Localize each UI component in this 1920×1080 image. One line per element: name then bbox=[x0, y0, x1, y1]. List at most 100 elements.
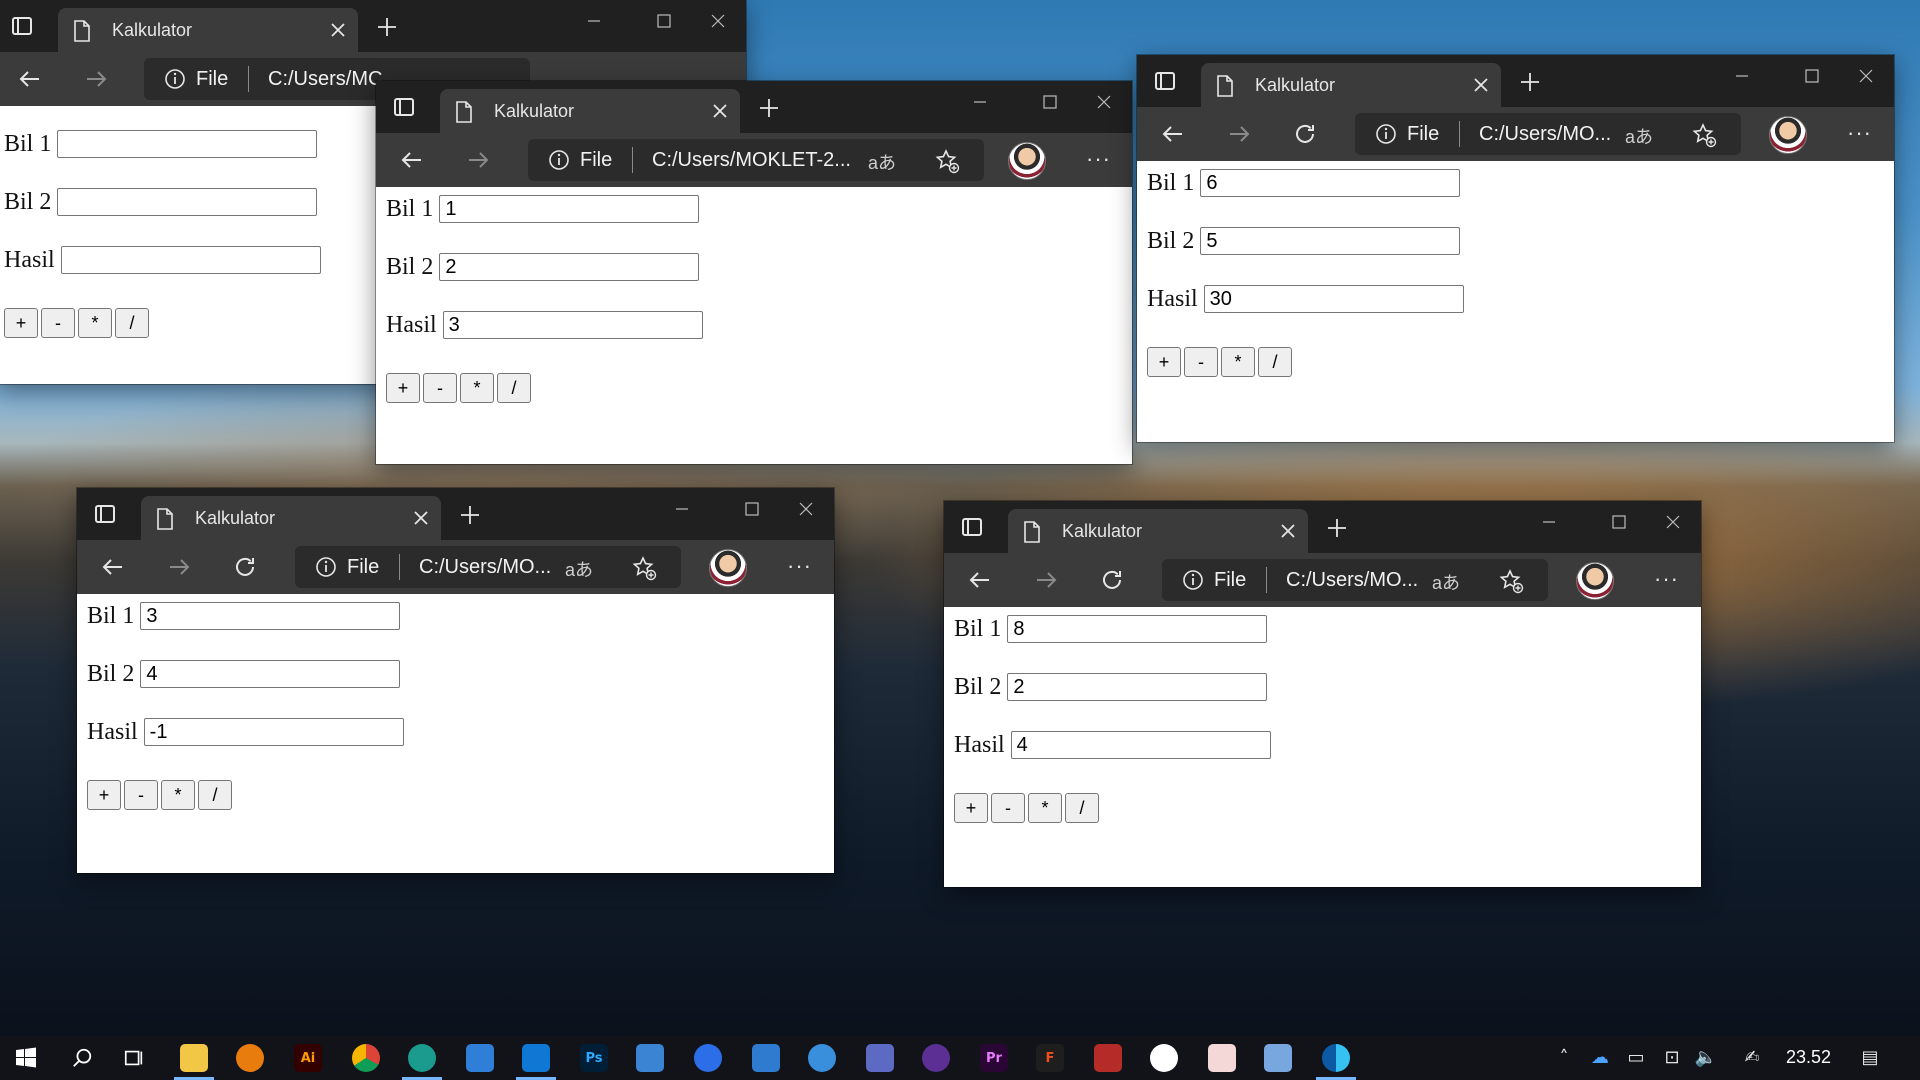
back-icon[interactable] bbox=[1161, 122, 1185, 146]
more-menu-icon[interactable]: ··· bbox=[1847, 122, 1873, 144]
info-icon[interactable] bbox=[164, 68, 186, 90]
more-menu-icon[interactable]: ··· bbox=[787, 555, 813, 577]
add-button[interactable]: + bbox=[4, 308, 38, 338]
more-menu-icon[interactable]: ··· bbox=[1086, 148, 1112, 170]
read-aloud-icon[interactable]: aあ bbox=[1625, 123, 1653, 149]
divide-button[interactable]: / bbox=[1065, 793, 1099, 823]
address-bar[interactable]: File C:/Users/MO... aあ bbox=[295, 546, 681, 588]
more-menu-icon[interactable]: ··· bbox=[1654, 568, 1680, 590]
notification-icon[interactable]: ▤ bbox=[1858, 1046, 1882, 1070]
windows-start-icon[interactable] bbox=[12, 1044, 40, 1072]
address-bar[interactable]: File C:/Users/MO... aあ bbox=[1162, 559, 1548, 601]
hasil-input[interactable] bbox=[442, 311, 703, 340]
bil2-input[interactable] bbox=[439, 253, 700, 282]
minimize-icon[interactable] bbox=[662, 496, 702, 522]
add-favorite-icon[interactable] bbox=[1498, 568, 1524, 594]
photoshop-icon[interactable]: Ps bbox=[580, 1044, 608, 1072]
subtract-button[interactable]: - bbox=[423, 373, 457, 403]
address-url[interactable]: C:/Users/MO... bbox=[419, 556, 551, 579]
forward-icon[interactable] bbox=[1227, 122, 1251, 146]
multiply-button[interactable]: * bbox=[78, 308, 112, 338]
address-url[interactable]: C:/Users/MC bbox=[268, 68, 382, 91]
address-url[interactable]: C:/Users/MOKLET-2... bbox=[652, 149, 851, 172]
divide-button[interactable]: / bbox=[497, 373, 531, 403]
tab-kalkulator[interactable]: Kalkulator bbox=[58, 8, 358, 52]
address-url[interactable]: C:/Users/MO... bbox=[1479, 123, 1611, 146]
hasil-input[interactable] bbox=[143, 718, 404, 747]
reload-icon[interactable] bbox=[1293, 122, 1317, 146]
new-tab-icon[interactable] bbox=[1326, 517, 1348, 539]
reload-icon[interactable] bbox=[233, 555, 257, 579]
tab-actions-icon[interactable] bbox=[392, 95, 416, 119]
profile-avatar[interactable] bbox=[1008, 142, 1046, 180]
battery-icon[interactable]: ▭ bbox=[1624, 1046, 1648, 1070]
subtract-button[interactable]: - bbox=[41, 308, 75, 338]
close-tab-icon[interactable] bbox=[413, 510, 429, 526]
app-red-icon[interactable] bbox=[1094, 1044, 1122, 1072]
vscode-icon[interactable] bbox=[522, 1044, 550, 1072]
multiply-button[interactable]: * bbox=[460, 373, 494, 403]
close-tab-icon[interactable] bbox=[712, 103, 728, 119]
tab-kalkulator[interactable]: Kalkulator bbox=[141, 496, 441, 540]
multiply-button[interactable]: * bbox=[1221, 347, 1255, 377]
maximize-icon[interactable] bbox=[732, 496, 772, 522]
new-tab-icon[interactable] bbox=[758, 97, 780, 119]
bil1-input[interactable] bbox=[1200, 169, 1461, 198]
3d-viewer-icon[interactable] bbox=[1264, 1044, 1292, 1072]
maximize-icon[interactable] bbox=[1599, 509, 1639, 535]
address-url[interactable]: C:/Users/MO... bbox=[1286, 569, 1418, 592]
info-icon[interactable] bbox=[548, 149, 570, 171]
new-tab-icon[interactable] bbox=[1519, 71, 1541, 93]
maximize-icon[interactable] bbox=[1792, 63, 1832, 89]
bil2-input[interactable] bbox=[57, 188, 318, 217]
bil1-input[interactable] bbox=[57, 130, 318, 159]
edge-icon[interactable] bbox=[1322, 1044, 1350, 1072]
tab-kalkulator[interactable]: Kalkulator bbox=[440, 89, 740, 133]
close-window-icon[interactable] bbox=[1653, 509, 1693, 535]
edge-dev-icon[interactable] bbox=[408, 1044, 436, 1072]
forward-icon[interactable] bbox=[466, 148, 490, 172]
minimize-icon[interactable] bbox=[1529, 509, 1569, 535]
app-anime-icon[interactable] bbox=[1208, 1044, 1236, 1072]
tab-actions-icon[interactable] bbox=[93, 502, 117, 526]
volume-icon[interactable]: 🔈 bbox=[1694, 1046, 1718, 1070]
tab-actions-icon[interactable] bbox=[1153, 69, 1177, 93]
address-bar[interactable]: File C:/Users/MOKLET-2... aあ bbox=[528, 139, 984, 181]
minimize-icon[interactable] bbox=[1722, 63, 1762, 89]
fl-studio-icon[interactable] bbox=[636, 1044, 664, 1072]
read-aloud-icon[interactable]: aあ bbox=[1432, 569, 1460, 595]
info-icon[interactable] bbox=[1375, 123, 1397, 145]
new-tab-icon[interactable] bbox=[376, 16, 398, 38]
multiply-button[interactable]: * bbox=[1028, 793, 1062, 823]
reload-icon[interactable] bbox=[1100, 568, 1124, 592]
maximize-icon[interactable] bbox=[644, 8, 684, 34]
close-tab-icon[interactable] bbox=[1473, 77, 1489, 93]
mail-icon[interactable] bbox=[466, 1044, 494, 1072]
bil2-input[interactable] bbox=[1007, 673, 1268, 702]
close-window-icon[interactable] bbox=[786, 496, 826, 522]
bil2-input[interactable] bbox=[140, 660, 401, 689]
profile-avatar[interactable] bbox=[1576, 562, 1614, 600]
close-window-icon[interactable] bbox=[1084, 89, 1124, 115]
info-icon[interactable] bbox=[315, 556, 337, 578]
app-blue-icon[interactable] bbox=[752, 1044, 780, 1072]
network-icon[interactable]: ⊡ bbox=[1660, 1046, 1684, 1070]
hasil-input[interactable] bbox=[1010, 731, 1271, 760]
file-explorer-icon[interactable] bbox=[180, 1044, 208, 1072]
add-button[interactable]: + bbox=[954, 793, 988, 823]
onedrive-icon[interactable]: ☁ bbox=[1588, 1046, 1612, 1070]
subtract-button[interactable]: - bbox=[124, 780, 158, 810]
close-window-icon[interactable] bbox=[1846, 63, 1886, 89]
pen-icon[interactable]: ✍ bbox=[1740, 1046, 1764, 1070]
info-icon[interactable] bbox=[1182, 569, 1204, 591]
task-view-icon[interactable] bbox=[120, 1044, 148, 1072]
subtract-button[interactable]: - bbox=[1184, 347, 1218, 377]
back-icon[interactable] bbox=[400, 148, 424, 172]
read-aloud-icon[interactable]: aあ bbox=[868, 149, 896, 175]
add-button[interactable]: + bbox=[1147, 347, 1181, 377]
minimize-icon[interactable] bbox=[960, 89, 1000, 115]
divide-button[interactable]: / bbox=[1258, 347, 1292, 377]
forward-icon[interactable] bbox=[1034, 568, 1058, 592]
add-button[interactable]: + bbox=[87, 780, 121, 810]
app-check-icon[interactable] bbox=[808, 1044, 836, 1072]
